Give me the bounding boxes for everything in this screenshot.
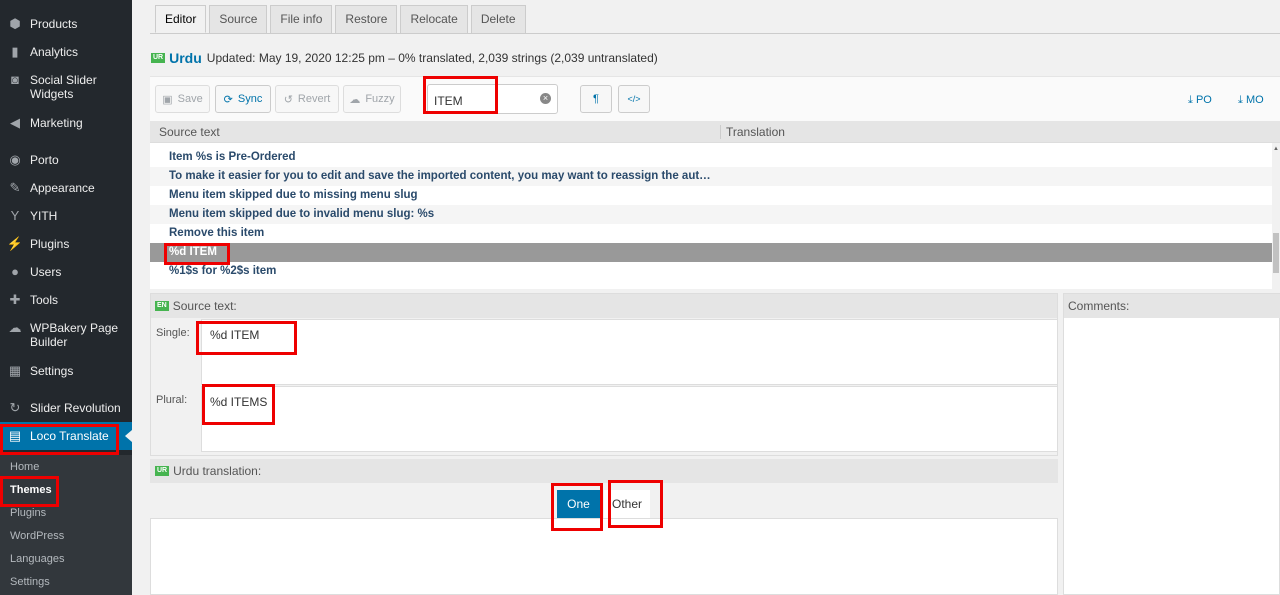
submenu-wordpress[interactable]: WordPress	[10, 530, 64, 542]
revert-icon: ↺	[283, 93, 293, 106]
download-icon: ⤓	[1238, 94, 1243, 106]
comments-panel: Comments:	[1063, 293, 1280, 595]
plural-tab-other[interactable]: Other	[604, 490, 650, 518]
file-status-text: Updated: May 19, 2020 12:25 pm – 0% tran…	[206, 51, 658, 65]
circle-icon: ◉	[9, 152, 21, 167]
paintbrush-icon: ✎	[9, 180, 21, 195]
plural-label: Plural:	[156, 394, 188, 406]
tabs-divider	[150, 33, 1280, 34]
sliders-icon: ▦	[8, 363, 22, 378]
sync-icon: ⟳	[223, 93, 233, 106]
loco-submenu: Home Themes Plugins WordPress Languages …	[0, 455, 132, 595]
toggle-invisibles-button[interactable]: ¶	[580, 85, 612, 113]
plural-source-text: %d ITEMS	[201, 386, 1058, 452]
sidebar-item-loco-translate[interactable]: ▤ Loco Translate	[0, 422, 132, 450]
tab-delete[interactable]: Delete	[470, 5, 526, 33]
table-row[interactable]: Menu item skipped due to missing menu sl…	[150, 186, 1272, 205]
bar-chart-icon: ▮	[11, 44, 19, 59]
table-row[interactable]: Remove this item	[150, 224, 1272, 243]
translate-icon: ▤	[8, 428, 22, 443]
scroll-up-arrow-icon[interactable]: ▲	[1273, 146, 1279, 152]
sidebar-item-marketing[interactable]: ◀ Marketing	[0, 115, 132, 131]
table-row[interactable]: To make it easier for you to edit and sa…	[150, 167, 1272, 186]
submenu-themes[interactable]: Themes	[10, 484, 52, 496]
language-name-link[interactable]: Urdu	[169, 50, 202, 66]
column-divider[interactable]	[720, 125, 721, 139]
refresh-icon: ↻	[9, 400, 21, 415]
table-row[interactable]: %1$s for %2$s item	[150, 262, 1272, 281]
file-header: UR Urdu Updated: May 19, 2020 12:25 pm –…	[151, 50, 658, 66]
tab-file-info[interactable]: File info	[270, 5, 333, 33]
revert-button[interactable]: ↺ Revert	[275, 85, 339, 113]
language-code-badge: UR	[151, 53, 166, 63]
comments-heading: Comments:	[1064, 294, 1280, 318]
source-panel-heading: EN Source text:	[151, 294, 1057, 318]
tab-editor[interactable]: Editor	[155, 5, 207, 33]
search-input-value: ITEM	[434, 94, 463, 108]
save-button[interactable]: ▣ Save	[155, 85, 210, 113]
submenu-settings[interactable]: Settings	[10, 576, 50, 588]
clear-search-icon[interactable]: ×	[540, 93, 551, 104]
sidebar-item-porto[interactable]: ◉ Porto	[0, 152, 132, 168]
download-icon: ⤓	[1188, 94, 1193, 106]
active-menu-arrow	[125, 430, 132, 442]
sidebar-item-settings[interactable]: ▦ Settings	[0, 363, 132, 379]
floppy-disk-icon: ▣	[162, 93, 173, 106]
cloud-icon: ☁	[8, 320, 22, 335]
yith-icon: Y	[10, 208, 20, 223]
download-mo-link[interactable]: ⤓ MO	[1238, 94, 1264, 107]
source-text-panel: EN Source text: Single: %d ITEM Plural: …	[150, 293, 1058, 456]
download-po-link[interactable]: ⤓ PO	[1188, 94, 1212, 107]
submenu-home[interactable]: Home	[10, 461, 39, 473]
submenu-plugins[interactable]: Plugins	[10, 507, 46, 519]
editor-toolbar: ▣ Save ⟳ Sync ↺ Revert ☁ Fuzzy ITEM × ¶ …	[150, 76, 1280, 121]
plug-icon: ⚡	[6, 236, 24, 251]
editor-tabs: Editor Source File info Restore Relocate…	[155, 5, 529, 33]
wrench-icon: ✚	[9, 292, 21, 307]
sidebar-item-appearance[interactable]: ✎ Appearance	[0, 180, 132, 196]
column-header-translation[interactable]: Translation	[726, 125, 785, 139]
cloud-icon: ☁	[349, 93, 361, 106]
tab-relocate[interactable]: Relocate	[400, 5, 468, 33]
strings-grid-header: Source text Translation	[150, 121, 1280, 143]
user-icon: ●	[11, 264, 19, 279]
box-icon: ⬢	[9, 16, 21, 31]
admin-sidebar: ⬢ Products ▮ Analytics ◙ Social Slider W…	[0, 0, 132, 595]
target-language-badge: UR	[155, 466, 170, 476]
translation-textarea[interactable]	[150, 518, 1058, 595]
tab-source[interactable]: Source	[209, 5, 268, 33]
code-icon: </>	[627, 94, 641, 104]
submenu-languages[interactable]: Languages	[10, 553, 64, 565]
toggle-code-view-button[interactable]: </>	[618, 85, 650, 113]
strings-grid: Item %s is Pre-Ordered To make it easier…	[150, 143, 1272, 289]
grid-scrollbar[interactable]: ▲	[1272, 143, 1280, 289]
plural-tab-one[interactable]: One	[557, 490, 600, 518]
sidebar-item-users[interactable]: ● Users	[0, 264, 132, 280]
translation-panel-heading: UR Urdu translation:	[150, 459, 1058, 483]
instagram-icon: ◙	[11, 72, 19, 87]
table-row[interactable]: Menu item skipped due to invalid menu sl…	[150, 205, 1272, 224]
pilcrow-icon: ¶	[593, 93, 599, 105]
sidebar-item-plugins[interactable]: ⚡ Plugins	[0, 236, 132, 252]
sidebar-item-slider-revolution[interactable]: ↻ Slider Revolution	[0, 400, 132, 416]
sidebar-item-yith[interactable]: Y YITH	[0, 208, 132, 224]
scrollbar-thumb[interactable]	[1273, 233, 1279, 273]
single-label: Single:	[156, 327, 190, 339]
column-header-source[interactable]: Source text	[159, 125, 220, 139]
sidebar-item-wpbakery[interactable]: ☁ WPBakery Page Builder	[0, 320, 132, 350]
source-language-badge: EN	[155, 301, 169, 311]
megaphone-icon: ◀	[10, 115, 20, 130]
sidebar-item-tools[interactable]: ✚ Tools	[0, 292, 132, 308]
sync-button[interactable]: ⟳ Sync	[215, 85, 271, 113]
search-input[interactable]: ITEM ×	[427, 84, 558, 114]
sidebar-item-social-slider[interactable]: ◙ Social Slider Widgets	[0, 72, 132, 102]
plural-form-tabs: One Other	[150, 483, 1058, 518]
table-row-selected[interactable]: %d ITEM	[150, 243, 1272, 262]
fuzzy-button[interactable]: ☁ Fuzzy	[343, 85, 401, 113]
single-source-text: %d ITEM	[201, 319, 1058, 385]
table-row[interactable]: Item %s is Pre-Ordered	[150, 148, 1272, 167]
tab-restore[interactable]: Restore	[335, 5, 398, 33]
sidebar-item-products[interactable]: ⬢ Products	[0, 16, 132, 32]
sidebar-item-analytics[interactable]: ▮ Analytics	[0, 44, 132, 60]
